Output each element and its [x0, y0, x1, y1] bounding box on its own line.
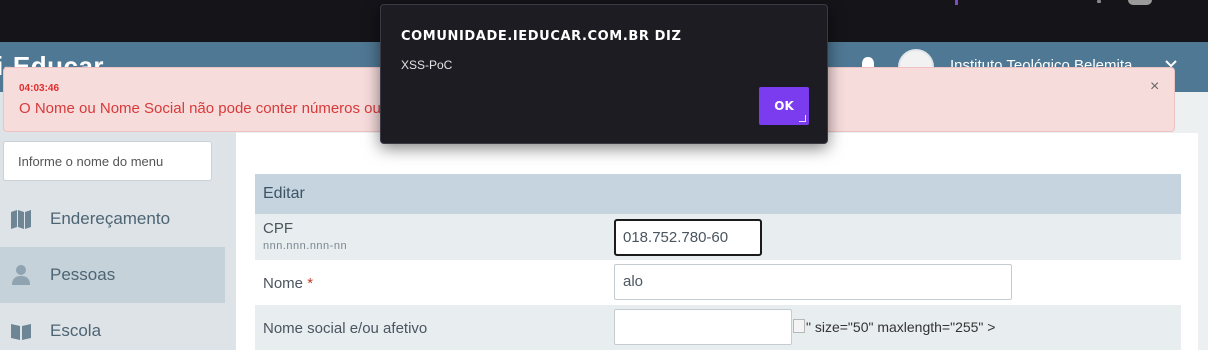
form-header: Editar [255, 174, 1181, 214]
broken-image-icon [793, 319, 805, 333]
sidebar-item-enderecamento[interactable]: Endereçamento [0, 191, 225, 247]
nome-input[interactable]: alo [614, 264, 1012, 300]
map-icon [11, 210, 31, 229]
injected-attribute-text: " size="50" maxlength="255" > [806, 319, 996, 335]
alert-message: O Nome ou Nome Social não pode conter nú… [19, 100, 383, 117]
sidebar-item-escola[interactable]: Escola [0, 303, 225, 350]
alert-timestamp: 04:03:46 [19, 83, 60, 94]
person-icon [12, 265, 30, 285]
book-icon [11, 324, 31, 340]
sidebar-item-label: Endereçamento [50, 209, 171, 228]
cpf-label: CPF [263, 220, 293, 237]
required-asterisk: * [307, 275, 314, 292]
dialog-title: COMUNIDADE.IEDUCAR.COM.BR DIZ [401, 29, 682, 44]
menu-search-input[interactable] [3, 141, 212, 181]
nome-social-label: Nome social e/ou afetivo [263, 320, 428, 337]
tab-accent [955, 0, 958, 5]
cpf-hint: nnn.nnn.nnn-nn [263, 240, 348, 252]
sidebar-item-label: Escola [50, 321, 102, 340]
ok-button[interactable]: OK [759, 87, 809, 125]
sidebar-item-label: Pessoas [50, 265, 116, 284]
nome-label: Nome * [263, 275, 314, 292]
ok-button-label: OK [774, 99, 794, 113]
dialog-message: XSS-PoC [401, 58, 453, 72]
form-title: Editar [263, 185, 305, 202]
cpf-input[interactable]: 018.752.780-60 [614, 219, 762, 256]
browser-alert-dialog: COMUNIDADE.IEDUCAR.COM.BR DIZ XSS-PoC OK [380, 4, 828, 144]
profile-icon [1128, 0, 1152, 5]
nome-social-input[interactable] [614, 309, 792, 345]
close-icon[interactable]: × [1150, 78, 1159, 96]
sidebar-item-pessoas[interactable]: Pessoas [0, 247, 225, 303]
toolbar-dot-icon [1097, 0, 1101, 3]
